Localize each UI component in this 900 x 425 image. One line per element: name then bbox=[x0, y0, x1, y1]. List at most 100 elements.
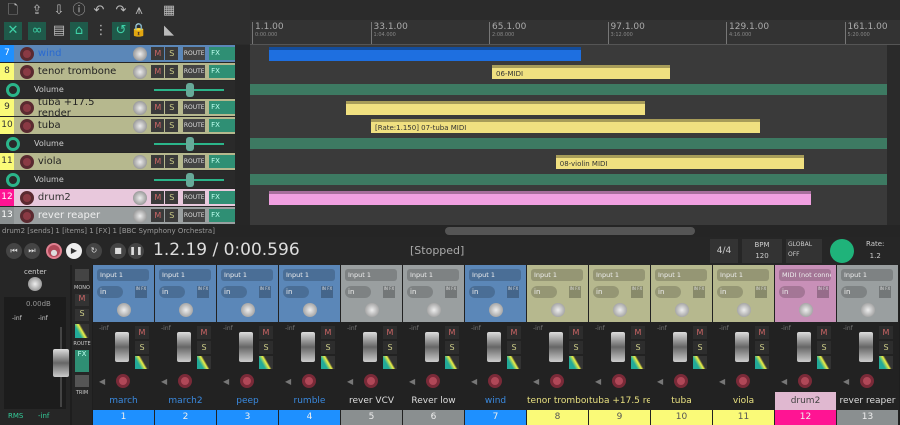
volume-fader[interactable] bbox=[487, 332, 501, 362]
solo-button[interactable]: S bbox=[259, 341, 273, 354]
route-icon[interactable] bbox=[321, 356, 335, 369]
solo-button[interactable]: S bbox=[165, 101, 179, 114]
input-monitor-select[interactable]: in bbox=[469, 286, 495, 298]
undo-icon[interactable]: ↶ bbox=[90, 2, 108, 20]
record-arm-icon[interactable] bbox=[19, 190, 34, 205]
mute-button[interactable]: M bbox=[383, 326, 397, 339]
input-select[interactable]: Input 1 bbox=[345, 269, 397, 281]
envelope-lane[interactable] bbox=[250, 84, 887, 95]
input-monitor-select[interactable]: in bbox=[345, 286, 371, 298]
solo-button[interactable]: S bbox=[197, 341, 211, 354]
fader-handle[interactable] bbox=[186, 82, 194, 97]
speaker-icon[interactable]: ◀ bbox=[285, 377, 291, 386]
speaker-icon[interactable]: ◀ bbox=[347, 377, 353, 386]
record-button[interactable]: ● bbox=[46, 243, 62, 259]
volume-knob[interactable] bbox=[133, 100, 148, 115]
input-fx-button[interactable]: IN FX bbox=[259, 286, 271, 298]
input-fx-button[interactable]: IN FX bbox=[507, 286, 519, 298]
input-monitor-select[interactable]: in bbox=[531, 286, 557, 298]
speaker-icon[interactable]: ◀ bbox=[781, 377, 787, 386]
route-icon[interactable] bbox=[383, 356, 397, 369]
loop-icon[interactable]: ↺ bbox=[112, 22, 130, 40]
solo-button[interactable]: S bbox=[445, 341, 459, 354]
envelope-toggle-icon[interactable] bbox=[6, 172, 20, 187]
route-icon[interactable] bbox=[445, 356, 459, 369]
input-fx-button[interactable]: IN FX bbox=[197, 286, 209, 298]
redo-icon[interactable]: ↷ bbox=[112, 2, 130, 20]
go-to-start-button[interactable]: ⏮ bbox=[6, 243, 22, 259]
volume-fader[interactable] bbox=[425, 332, 439, 362]
solo-button[interactable]: S bbox=[507, 341, 521, 354]
record-arm-icon[interactable] bbox=[550, 374, 564, 388]
grid-view-icon[interactable]: ▤ bbox=[50, 22, 68, 40]
route-button[interactable]: ROUTE bbox=[183, 119, 206, 132]
new-file-icon[interactable]: 🗋 bbox=[4, 2, 22, 20]
play-button[interactable]: ▶ bbox=[66, 243, 82, 259]
solo-button[interactable]: S bbox=[817, 341, 831, 354]
mute-button[interactable]: M bbox=[151, 65, 165, 78]
fx-button[interactable]: FX bbox=[209, 209, 236, 222]
time-signature[interactable]: 4/4 bbox=[710, 239, 738, 263]
record-arm-icon[interactable] bbox=[364, 374, 378, 388]
lock-icon[interactable]: 🔒 bbox=[130, 22, 148, 40]
route-icon[interactable] bbox=[197, 356, 211, 369]
go-to-end-button[interactable]: ⏭ bbox=[24, 243, 40, 259]
input-monitor-select[interactable]: in bbox=[159, 286, 185, 298]
vertical-scrollbar[interactable] bbox=[887, 45, 900, 225]
pan-knob[interactable] bbox=[117, 303, 131, 317]
input-select[interactable]: Input 1 bbox=[283, 269, 335, 281]
pause-button[interactable]: ❚❚ bbox=[128, 243, 144, 259]
track-name[interactable]: wind bbox=[38, 48, 130, 59]
route-icon[interactable] bbox=[817, 356, 831, 369]
route-button[interactable]: ROUTE bbox=[183, 47, 206, 60]
fx-button[interactable]: FX bbox=[209, 119, 236, 132]
channel-name[interactable]: rever reaper bbox=[837, 392, 898, 410]
solo-button[interactable]: S bbox=[755, 341, 769, 354]
mute-button[interactable]: M bbox=[151, 209, 165, 222]
input-monitor-select[interactable]: in bbox=[407, 286, 433, 298]
load-icon[interactable]: ⇩ bbox=[50, 2, 68, 20]
master-pan-knob[interactable] bbox=[28, 277, 42, 291]
mute-button[interactable]: M bbox=[151, 101, 165, 114]
volume-fader[interactable] bbox=[363, 332, 377, 362]
trim-icon[interactable] bbox=[75, 375, 89, 387]
envelope-icon[interactable]: ⌂ bbox=[70, 22, 88, 40]
volume-knob[interactable] bbox=[133, 64, 148, 79]
channel-name[interactable]: tuba bbox=[651, 392, 712, 410]
record-arm-icon[interactable] bbox=[240, 374, 254, 388]
media-item[interactable] bbox=[269, 191, 811, 205]
record-arm-icon[interactable] bbox=[178, 374, 192, 388]
record-arm-icon[interactable] bbox=[19, 154, 34, 169]
solo-button[interactable]: S bbox=[165, 191, 179, 204]
volume-fader[interactable] bbox=[177, 332, 191, 362]
mute-button[interactable]: M bbox=[151, 47, 165, 60]
volume-fader[interactable] bbox=[239, 332, 253, 362]
record-arm-icon[interactable] bbox=[19, 64, 34, 79]
input-fx-button[interactable]: IN FX bbox=[817, 286, 829, 298]
media-item[interactable]: [Rate:1.150] 07-tuba MIDI bbox=[371, 119, 760, 133]
master-mute-button[interactable]: M bbox=[75, 294, 89, 306]
channel-name[interactable]: peep bbox=[217, 392, 278, 410]
track-name[interactable]: rever reaper bbox=[38, 210, 130, 221]
fx-button[interactable]: FX bbox=[209, 47, 236, 60]
volume-knob[interactable] bbox=[133, 46, 148, 61]
mute-button[interactable]: M bbox=[693, 326, 707, 339]
input-fx-button[interactable]: IN FX bbox=[321, 286, 333, 298]
pan-knob[interactable] bbox=[861, 303, 875, 317]
pan-knob[interactable] bbox=[551, 303, 565, 317]
route-icon[interactable] bbox=[259, 356, 273, 369]
loop-button[interactable]: ↻ bbox=[86, 243, 102, 259]
volume-fader[interactable] bbox=[859, 332, 873, 362]
record-arm-icon[interactable] bbox=[798, 374, 812, 388]
solo-button[interactable]: S bbox=[383, 341, 397, 354]
route-icon[interactable] bbox=[755, 356, 769, 369]
pan-knob[interactable] bbox=[365, 303, 379, 317]
route-button[interactable]: ROUTE bbox=[183, 65, 206, 78]
route-icon[interactable] bbox=[631, 356, 645, 369]
route-button[interactable]: ROUTE bbox=[183, 209, 206, 222]
track-row[interactable]: 11 viola M S ROUTE FX bbox=[0, 153, 236, 170]
master-fader[interactable] bbox=[53, 349, 69, 377]
channel-name[interactable]: drum2 bbox=[775, 392, 836, 410]
pan-knob[interactable] bbox=[489, 303, 503, 317]
envelope-toggle-icon[interactable] bbox=[6, 82, 20, 97]
